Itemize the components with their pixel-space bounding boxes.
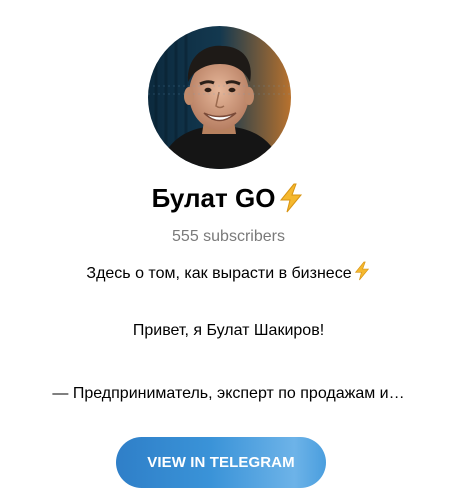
channel-title: Булат GO xyxy=(0,178,457,224)
description-line-1-text: Здесь о том, как вырасти в бизнесе xyxy=(86,265,352,282)
description-line-2: Привет, я Булат Шакиров! xyxy=(132,322,325,339)
description-line-3: — Предприниматель, эксперт по продажам и… xyxy=(52,385,405,402)
subscriber-count: 555 subscribers xyxy=(172,228,285,245)
view-in-telegram-button[interactable]: VIEW IN TELEGRAM xyxy=(116,437,326,488)
lightning-bolt-icon xyxy=(277,183,305,224)
description-line-1: Здесь о том, как вырасти в бизнесе xyxy=(0,261,457,288)
channel-title-text: Булат GO xyxy=(151,183,276,213)
lightning-bolt-icon xyxy=(353,261,371,288)
channel-avatar xyxy=(148,26,291,169)
